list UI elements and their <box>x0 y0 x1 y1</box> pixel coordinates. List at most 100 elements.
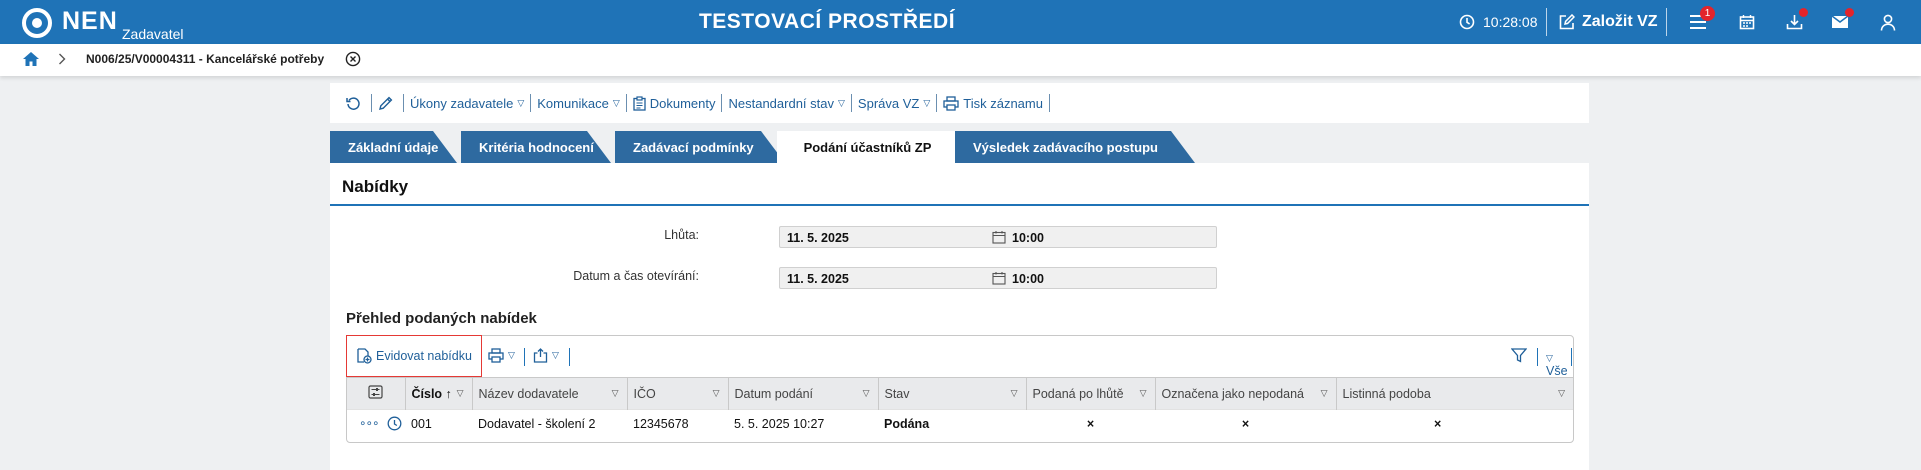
tab-zakladni-udaje[interactable]: Základní údaje <box>330 131 457 163</box>
tab-label: Zadávací podmínky <box>633 139 754 155</box>
evidovat-nabidku-button[interactable]: Evidovat nabídku <box>346 335 482 377</box>
session-clock: 10:28:08 <box>1459 0 1538 44</box>
column-label: Stav <box>884 386 910 401</box>
dokumenty-button[interactable]: Dokumenty <box>627 96 722 111</box>
tab-podani-ucastniku[interactable]: Podání účastníků ZP <box>777 131 958 163</box>
tab-vysledek-zadavaciho-postupu[interactable]: Výsledek zadávacího postupu <box>955 131 1195 163</box>
column-filter-icon[interactable]: ▽ <box>863 388 870 399</box>
breadcrumb-current[interactable]: N006/25/V00004311 - Kancelářské potřeby <box>86 52 324 66</box>
topbar-divider <box>1546 8 1547 36</box>
column-filter-icon[interactable]: ▽ <box>1140 388 1147 399</box>
column-filter-icon[interactable]: ▽ <box>457 388 464 399</box>
calendar-icon <box>992 272 1006 285</box>
clock-icon <box>1459 14 1475 30</box>
column-header-nazev-dodavatele[interactable]: Název dodavatele ▽ <box>471 377 627 410</box>
tab-label: Podání účastníků ZP <box>803 139 932 155</box>
column-label: Podaná po lhůtě <box>1032 386 1124 401</box>
komunikace-menu[interactable]: Komunikace ▽ <box>531 96 625 111</box>
grid-toolbar-divider <box>569 348 570 366</box>
offers-table: Číslo ↑ ▽ Název dodavatele ▽ IČO ▽ Datum po… <box>347 377 1573 438</box>
close-circle-icon <box>345 51 361 67</box>
column-header-oznacena-jako-nepodana[interactable]: Označena jako nepodaná ▽ <box>1154 377 1336 410</box>
cell-ico: 12345678 <box>627 409 728 438</box>
tab-zadavaci-podminky[interactable]: Zadávací podmínky <box>615 131 785 163</box>
column-header-listinna-podoba[interactable]: Listinná podoba ▽ <box>1335 377 1573 410</box>
lhuta-field: 11. 5. 2025 10:00 <box>779 226 1217 248</box>
home-link[interactable] <box>22 51 40 70</box>
row-actions: ∘∘∘ <box>347 409 405 438</box>
print-menu-button[interactable]: ▽ <box>488 348 515 363</box>
caret-down-icon: ▽ <box>612 97 620 108</box>
menu-button[interactable]: 1 <box>1678 0 1718 44</box>
add-document-icon <box>357 348 372 364</box>
column-header-ico[interactable]: IČO ▽ <box>626 377 728 410</box>
column-header-podana-po-lhute[interactable]: Podaná po lhůtě ▽ <box>1025 377 1155 410</box>
edit-button[interactable] <box>372 96 403 111</box>
filter-icon <box>1511 348 1527 363</box>
column-header-datum-podani[interactable]: Datum podání ▽ <box>727 377 878 410</box>
sprava-vz-menu[interactable]: Správa VZ ▽ <box>852 96 936 111</box>
nestandardni-stav-menu[interactable]: Nestandardní stav ▽ <box>722 96 850 111</box>
table-row[interactable]: ∘∘∘ 001 Dodavatel - školení 2 12345678 5… <box>347 409 1573 438</box>
sprava-label: Správa VZ <box>857 95 920 111</box>
column-filter-icon[interactable]: ▽ <box>713 388 720 399</box>
user-button[interactable] <box>1868 0 1908 44</box>
messages-button[interactable] <box>1820 0 1860 44</box>
tisk-zaznamu-button[interactable]: Tisk záznamu <box>937 96 1049 111</box>
filter-all-label: Vše <box>1546 364 1568 378</box>
column-settings-button[interactable] <box>347 377 405 410</box>
mail-icon <box>1831 15 1849 28</box>
column-filter-icon[interactable]: ▽ <box>1321 388 1328 399</box>
top-bar: NEN Zadavatel TESTOVACÍ PROSTŘEDÍ 10:28:… <box>0 0 1921 44</box>
lhuta-date: 11. 5. 2025 <box>787 231 849 245</box>
ukony-zadavatele-menu[interactable]: Úkony zadavatele ▽ <box>404 96 530 111</box>
more-options-icon[interactable]: ∘∘∘ <box>359 416 380 430</box>
column-filter-icon[interactable]: ▽ <box>612 388 619 399</box>
offers-grid: Evidovat nabídku ▽ ▽ ▽Vše Číslo ↑ ▽ Náze… <box>346 335 1574 443</box>
cell-podana-po-lhute: × <box>1026 409 1155 438</box>
cell-cislo: 001 <box>405 409 472 438</box>
toolbar-divider <box>1048 94 1050 112</box>
create-vz-label: Založit VZ <box>1582 13 1658 30</box>
caret-down-icon: ▽ <box>1546 353 1553 363</box>
caret-down-icon: ▽ <box>517 97 525 108</box>
user-icon <box>1880 14 1896 31</box>
grid-toolbar-divider <box>1571 348 1572 366</box>
filter-all-dropdown[interactable]: ▽Vše <box>1546 350 1573 378</box>
close-breadcrumb-button[interactable] <box>345 51 361 70</box>
offers-title: Přehled podaných nabídek <box>346 310 537 327</box>
mail-alert-dot <box>1845 8 1854 17</box>
printer-icon <box>943 95 959 111</box>
printer-icon <box>488 348 504 363</box>
notification-badge: 1 <box>1700 6 1715 21</box>
tab-kriteria-hodnoceni[interactable]: Kritéria hodnocení <box>461 131 611 163</box>
otevirani-field: 11. 5. 2025 10:00 <box>779 267 1217 289</box>
column-filter-icon[interactable]: ▽ <box>1011 388 1018 399</box>
calendar-button[interactable] <box>1727 0 1767 44</box>
column-header-stav[interactable]: Stav ▽ <box>877 377 1026 410</box>
column-label: Listinná podoba <box>1342 386 1431 401</box>
ukony-label: Úkony zadavatele <box>410 95 514 111</box>
caret-down-icon: ▽ <box>838 97 845 108</box>
column-settings-icon <box>368 385 383 399</box>
export-menu-button[interactable]: ▽ <box>533 348 559 363</box>
column-filter-icon[interactable]: ▽ <box>1558 388 1565 399</box>
caret-down-icon: ▽ <box>923 97 931 108</box>
lhuta-time: 10:00 <box>1012 231 1044 245</box>
column-label: Číslo <box>411 386 443 401</box>
cell-listinna-podoba: × <box>1336 409 1573 438</box>
create-vz-button[interactable]: Založit VZ <box>1558 0 1658 44</box>
column-header-cislo[interactable]: Číslo ↑ ▽ <box>404 377 472 410</box>
history-clock-icon[interactable] <box>387 416 402 431</box>
komunikace-label: Komunikace <box>537 95 609 111</box>
column-label: Datum podání <box>734 386 814 401</box>
caret-down-icon: ▽ <box>508 350 515 360</box>
export-icon <box>533 348 548 363</box>
action-toolbar: Úkony zadavatele ▽ Komunikace ▽ Dokumenty … <box>330 83 1589 123</box>
section-title: Nabídky <box>330 163 1589 206</box>
downloads-button[interactable] <box>1774 0 1814 44</box>
refresh-button[interactable] <box>340 96 371 111</box>
cell-datum-podani: 5. 5. 2025 10:27 <box>728 409 878 438</box>
filter-button[interactable] <box>1511 348 1527 363</box>
environment-title: TESTOVACÍ PROSTŘEDÍ <box>698 10 956 33</box>
